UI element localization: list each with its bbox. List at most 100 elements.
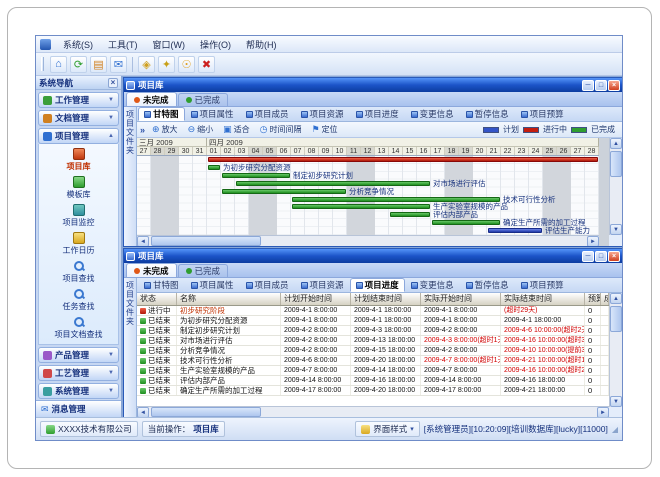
view-tab[interactable]: 项目资源 (295, 278, 350, 292)
scroll-thumb[interactable] (610, 151, 622, 177)
scroll-left-icon[interactable]: ◄ (137, 407, 149, 418)
resize-grip[interactable]: ◢ (612, 425, 618, 434)
view-tab[interactable]: 项目资源 (295, 107, 350, 121)
menu-item-tools[interactable]: 工具(T) (101, 37, 145, 52)
gantt-bar[interactable] (236, 181, 430, 186)
view-tab[interactable]: 暂停信息 (460, 278, 515, 292)
sidebar-close-icon[interactable]: × (108, 78, 118, 88)
scroll-up-icon[interactable]: ▲ (610, 138, 622, 149)
help-icon[interactable]: ☉ (178, 56, 195, 73)
refresh-icon[interactable]: ⟳ (70, 56, 87, 73)
sidebar-group-work[interactable]: 工作管理▼ (38, 92, 119, 108)
gantt-bar[interactable] (292, 204, 430, 209)
filter-tab-finished[interactable]: 已完成 (178, 93, 229, 106)
close-button[interactable]: × (608, 251, 620, 262)
view-tab[interactable]: 甘特图 (138, 107, 185, 121)
view-tab[interactable]: 项目成员 (240, 107, 295, 121)
gantt-bar[interactable] (208, 157, 598, 162)
side-tab-project-folder[interactable]: 项目文件夹 (124, 107, 137, 246)
scroll-up-icon[interactable]: ▲ (610, 293, 622, 304)
side-tab-project-folder[interactable]: 项目文件夹 (124, 278, 137, 417)
exit-icon[interactable]: ✖ (198, 56, 215, 73)
scroll-right-icon[interactable]: ► (587, 236, 599, 247)
view-tab[interactable]: 项目预算 (515, 107, 570, 121)
minimize-button[interactable]: ─ (582, 80, 594, 91)
view-tab[interactable]: 项目属性 (185, 278, 240, 292)
sidebar-item-calendar[interactable]: 工作日历 (39, 230, 118, 258)
table-row[interactable]: 已结束为初步研究分配资源2009-4-1 8:00:002009-4-1 18:… (137, 316, 609, 326)
zoom-out-button[interactable]: ⊖缩小 (185, 123, 217, 136)
table-row[interactable]: 已结束确定生产所需的加工过程2009-4-17 8:00:002009-4-20… (137, 386, 609, 396)
view-tab[interactable]: 甘特图 (138, 278, 185, 292)
gantt-bar[interactable] (432, 220, 500, 225)
scroll-down-icon[interactable]: ▼ (610, 224, 622, 235)
folder-icon[interactable]: ▤ (90, 56, 107, 73)
minimize-button[interactable]: ─ (582, 251, 594, 262)
sidebar-item-project-search[interactable]: 项目查找 (39, 258, 118, 286)
time-interval-button[interactable]: ◷时间间隔 (257, 123, 305, 136)
menu-item-system[interactable]: 系统(S) (56, 37, 100, 52)
lock-icon[interactable]: ◈ (138, 56, 155, 73)
table-row[interactable]: 已结束生产实验室规模的产品2009-4-7 8:00:002009-4-14 1… (137, 366, 609, 376)
scroll-thumb[interactable] (151, 407, 261, 417)
toolbar-grip-handle[interactable] (41, 57, 44, 71)
view-tab[interactable]: 变更信息 (405, 107, 460, 121)
scroll-track[interactable] (610, 304, 622, 396)
sidebar-item-project-db[interactable]: 项目库 (39, 146, 118, 174)
sidebar-group-system[interactable]: 系统管理▼ (38, 383, 119, 399)
table-row[interactable]: 已结束对市场进行评估2009-4-2 8:00:002009-4-13 18:0… (137, 336, 609, 346)
sidebar-group-process[interactable]: 工艺管理▼ (38, 365, 119, 381)
sidebar-item-doc-search[interactable]: 项目文档查找 (39, 314, 118, 342)
gantt-bar[interactable] (390, 212, 430, 217)
home-icon[interactable]: ⌂ (50, 56, 67, 73)
zoom-in-button[interactable]: ⊕放大 (149, 123, 181, 136)
sidebar-group-document[interactable]: 文档管理▼ (38, 110, 119, 126)
key-icon[interactable]: ✦ (158, 56, 175, 73)
vertical-scrollbar[interactable]: ▲ ▼ (609, 138, 622, 235)
filter-tab-unfinished[interactable]: 未完成 (126, 92, 177, 106)
scroll-track[interactable] (149, 407, 597, 417)
table-row[interactable]: 已结束制定初步研究计划2009-4-2 8:00:002009-4-3 18:0… (137, 326, 609, 336)
scroll-track[interactable] (610, 149, 622, 224)
filter-tab-finished[interactable]: 已完成 (178, 264, 229, 277)
view-tab[interactable]: 项目预算 (515, 278, 570, 292)
scroll-down-icon[interactable]: ▼ (610, 396, 622, 407)
sidebar-item-monitor[interactable]: 项目监控 (39, 202, 118, 230)
table-row[interactable]: 已结束技术可行性分析2009-4-6 8:00:002009-4-20 18:0… (137, 356, 609, 366)
maximize-button[interactable]: □ (595, 80, 607, 91)
gantt-window-titlebar[interactable]: 项目库 ─ □ × (124, 78, 622, 92)
close-button[interactable]: × (608, 80, 620, 91)
fit-button[interactable]: ▣适合 (220, 123, 253, 136)
vertical-scrollbar[interactable]: ▲ ▼ (609, 293, 622, 407)
table-window-titlebar[interactable]: 项目库 ─ □ × (124, 249, 622, 263)
scroll-left-icon[interactable]: ◄ (137, 236, 149, 247)
table-row[interactable]: 进行中初步研究阶段2009-4-1 8:00:002009-4-1 18:00:… (137, 306, 609, 316)
view-tab[interactable]: 项目进度 (350, 278, 405, 292)
gantt-bar[interactable] (222, 189, 346, 194)
dropdown-arrow-icon[interactable]: ▾ (410, 425, 414, 433)
scroll-right-icon[interactable]: ► (597, 407, 609, 418)
scroll-thumb[interactable] (151, 236, 261, 246)
view-tab[interactable]: 项目成员 (240, 278, 295, 292)
sidebar-group-project[interactable]: 项目管理▲ (38, 128, 119, 144)
view-tab[interactable]: 暂停信息 (460, 107, 515, 121)
maximize-button[interactable]: □ (595, 251, 607, 262)
sidebar-group-product[interactable]: 产品管理▼ (38, 347, 119, 363)
filter-tab-unfinished[interactable]: 未完成 (126, 263, 177, 277)
horizontal-scrollbar[interactable]: ◄ ► (137, 235, 599, 246)
view-tab[interactable]: 变更信息 (405, 278, 460, 292)
table-row[interactable]: 已结束评估内部产品2009-4-14 8:00:002009-4-16 18:0… (137, 376, 609, 386)
menu-item-operate[interactable]: 操作(O) (193, 37, 238, 52)
gantt-bar[interactable] (222, 173, 290, 178)
gantt-bar[interactable] (292, 197, 500, 202)
table-row[interactable]: 已结束分析竞争情况2009-4-2 8:00:002009-4-15 18:00… (137, 346, 609, 356)
gantt-bar[interactable] (208, 165, 220, 170)
view-tab[interactable]: 项目属性 (185, 107, 240, 121)
horizontal-scrollbar[interactable]: ◄ ► (137, 406, 609, 417)
sidebar-item-task-search[interactable]: 任务查找 (39, 286, 118, 314)
locate-button[interactable]: ⚑定位 (308, 123, 340, 136)
menu-item-window[interactable]: 窗口(W) (146, 37, 193, 52)
sidebar-item-template-db[interactable]: 模板库 (39, 174, 118, 202)
ui-style-panel[interactable]: 界面样式 ▾ (355, 421, 420, 437)
view-tab[interactable]: 项目进度 (350, 107, 405, 121)
